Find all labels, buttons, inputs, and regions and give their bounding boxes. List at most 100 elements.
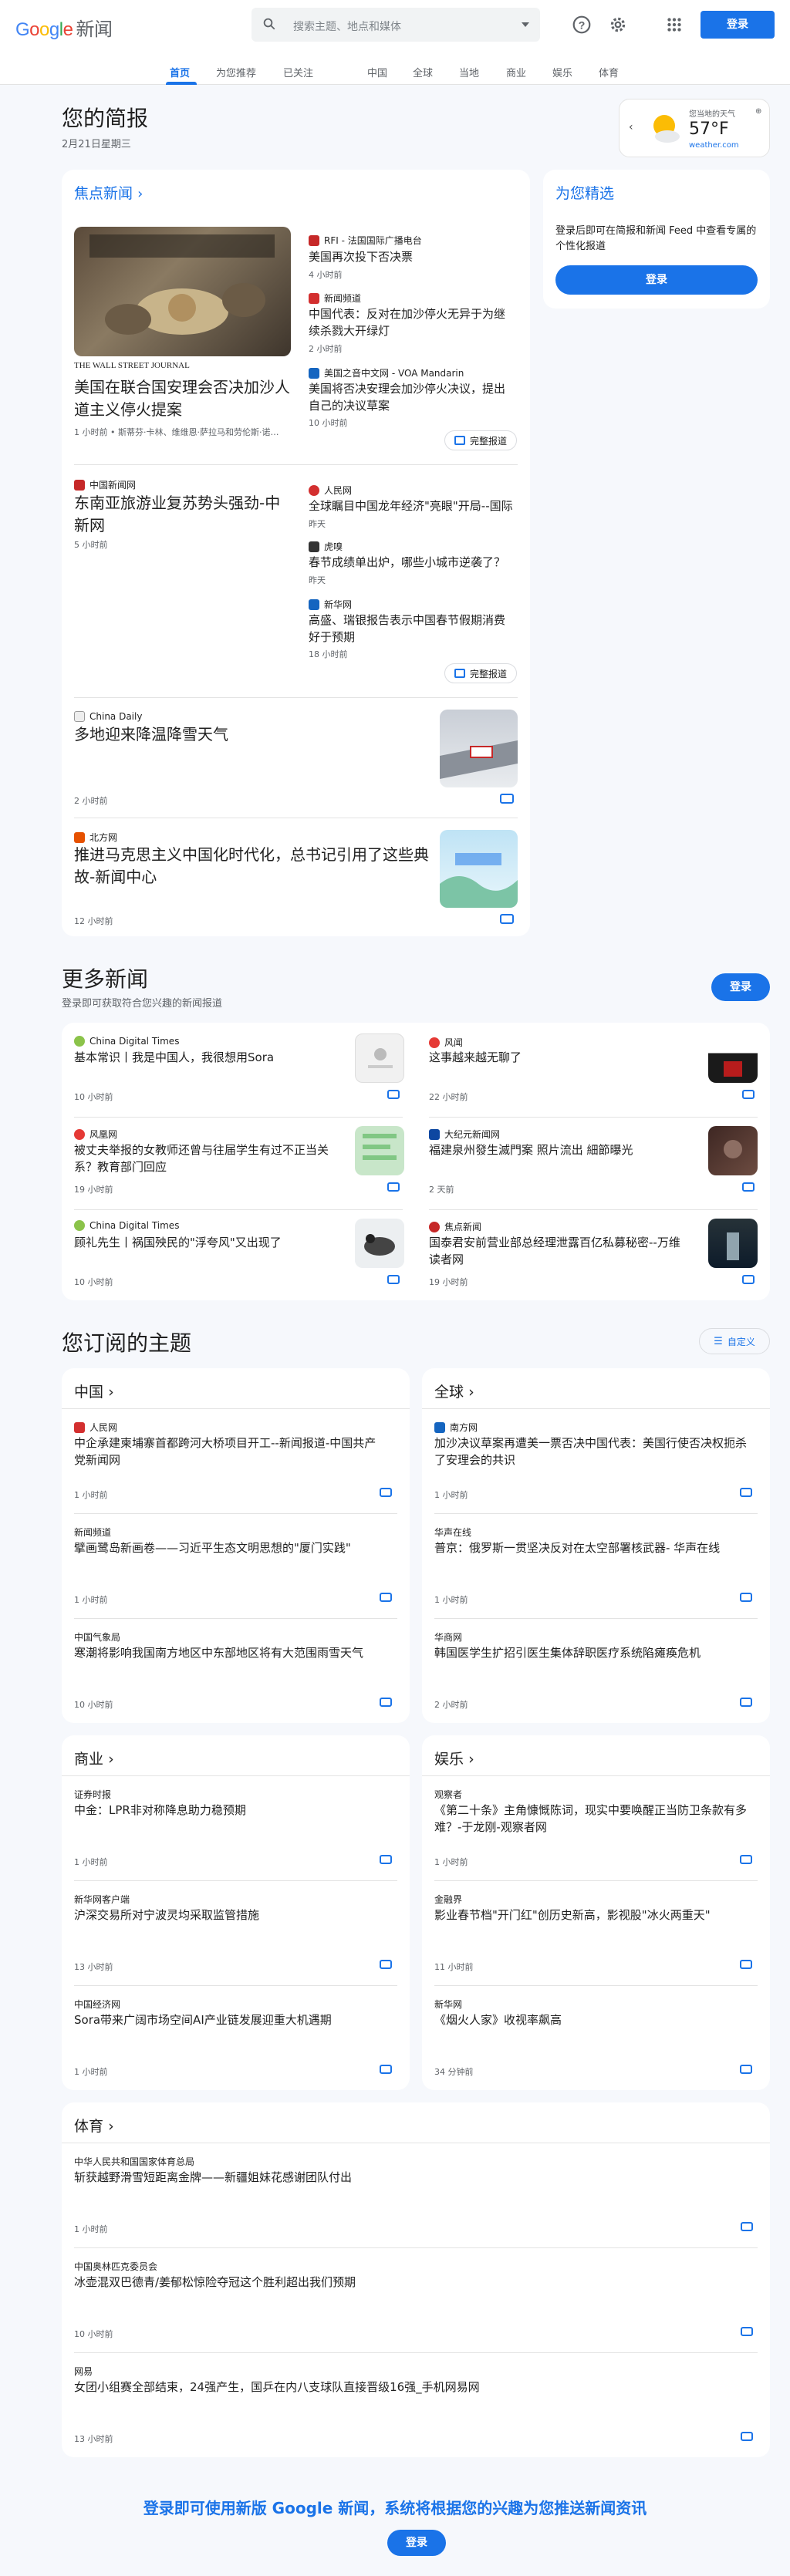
- full-coverage-icon[interactable]: [387, 1275, 400, 1284]
- picks-login-button[interactable]: 登录: [555, 265, 758, 295]
- full-coverage-icon[interactable]: [741, 2327, 753, 2336]
- full-coverage-icon[interactable]: [387, 1090, 400, 1099]
- customize-button[interactable]: ☰ 自定义: [699, 1328, 770, 1354]
- thumbnail[interactable]: [355, 1219, 404, 1268]
- side-headline[interactable]: 高盛、瑞银报告表示中国春节假期消费好于预期: [309, 612, 515, 646]
- thumbnail[interactable]: [355, 1033, 404, 1083]
- side-headline[interactable]: 美国将否决安理会加沙停火决议，提出自己的决议草案: [309, 380, 515, 414]
- fourth-headline[interactable]: 推进马克思主义中国化时代化，总书记引用了这些典故-新闻中心: [74, 844, 429, 888]
- chevron-left-icon[interactable]: ‹: [629, 121, 633, 133]
- main-headline[interactable]: 美国在联合国安理会否决加沙人道主义停火提案: [74, 376, 293, 421]
- thumbnail[interactable]: [708, 1126, 758, 1175]
- full-coverage-icon[interactable]: [742, 1090, 755, 1099]
- tab-world[interactable]: 全球: [413, 65, 433, 79]
- tab-local[interactable]: 当地: [459, 65, 479, 79]
- full-coverage-icon[interactable]: [742, 1182, 755, 1192]
- tab-for-you[interactable]: 为您推荐: [216, 65, 256, 79]
- tab-following[interactable]: 已关注: [283, 65, 313, 79]
- topic-headline[interactable]: 沪深交易所对宁波灵均采取监管措施: [74, 1907, 383, 1924]
- full-coverage-icon[interactable]: [380, 1593, 392, 1602]
- full-coverage-icon[interactable]: [740, 1488, 752, 1497]
- footer-login-button[interactable]: 登录: [387, 2530, 446, 2556]
- login-button[interactable]: 登录: [701, 11, 775, 39]
- topic-headline[interactable]: 中金：LPR非对称降息助力稳预期: [74, 1802, 383, 1819]
- more-headline[interactable]: 顾礼先生丨祸国殃民的"浮夸风"又出现了: [74, 1234, 336, 1251]
- tab-entertainment[interactable]: 娱乐: [552, 65, 572, 79]
- more-headline[interactable]: 这事越来越无聊了: [429, 1049, 691, 1066]
- topic-headline[interactable]: 普京：俄罗斯一贯坚决反对在太空部署核武器- 华声在线: [434, 1539, 751, 1556]
- search-icon: [263, 18, 275, 30]
- side-headline[interactable]: 春节成绩单出炉，哪些小城市逆袭了？: [309, 554, 515, 571]
- third-headline[interactable]: 多地迎来降温降雪天气: [74, 723, 414, 746]
- full-coverage-icon[interactable]: [380, 1488, 392, 1497]
- gear-icon[interactable]: [608, 15, 628, 35]
- google-news-logo[interactable]: Google 新闻: [15, 14, 113, 41]
- topic-headline[interactable]: 《第二十条》主角慷慨陈词，现实中要唤醒正当防卫条款有多难？-于龙刚-观察者网: [434, 1802, 751, 1836]
- second-headline[interactable]: 东南亚旅游业复苏势头强劲-中新网: [74, 492, 293, 537]
- more-headline[interactable]: 国泰君安前营业部总经理泄露百亿私募秘密--万维读者网: [429, 1234, 691, 1268]
- chevron-down-icon[interactable]: [522, 22, 529, 27]
- weather-source[interactable]: weather.com: [689, 141, 739, 150]
- full-coverage-icon[interactable]: [500, 914, 514, 924]
- tab-home[interactable]: 首页: [170, 65, 190, 79]
- market-photo[interactable]: [74, 227, 291, 356]
- topic-headline[interactable]: 寒潮将影响我国南方地区中东部地区将有大范围雨雪天气: [74, 1644, 383, 1661]
- tab-sports[interactable]: 体育: [599, 65, 619, 79]
- topic-title-sports[interactable]: 体育 ›: [74, 2115, 114, 2136]
- full-coverage-icon[interactable]: [740, 1960, 752, 1969]
- full-coverage-icon[interactable]: [740, 1593, 752, 1602]
- source-voa: 美国之音中文网 - VOA Mandarin: [309, 366, 464, 379]
- full-coverage-icon[interactable]: [740, 1698, 752, 1707]
- topic-title-china[interactable]: 中国 ›: [74, 1381, 114, 1401]
- more-headline[interactable]: 基本常识丨我是中国人，我很想用Sora: [74, 1049, 336, 1066]
- topic-headline[interactable]: 女团小组赛全部结束，24强产生，国乒在内八支球队直接晋级16强_手机网易网: [74, 2379, 738, 2396]
- search-box[interactable]: 搜索主题、地点和媒体: [252, 8, 540, 42]
- full-coverage-icon[interactable]: [500, 794, 514, 804]
- illustration-photo[interactable]: [440, 830, 518, 908]
- full-coverage-icon[interactable]: [740, 1855, 752, 1864]
- topic-title-world[interactable]: 全球 ›: [434, 1381, 474, 1401]
- full-coverage-icon[interactable]: [740, 2065, 752, 2074]
- more-headline[interactable]: 福建泉州發生滅門案 照片流出 細節曝光: [429, 1141, 691, 1158]
- more-headline[interactable]: 被丈夫举报的女教师还曾与往届学生有过不正当关系？教育部门回应: [74, 1141, 336, 1175]
- source-rfi: RFI - 法国国际广播电台: [309, 234, 422, 247]
- full-coverage-icon[interactable]: [741, 2432, 753, 2441]
- thumbnail[interactable]: [708, 1219, 758, 1268]
- thumbnail[interactable]: [708, 1033, 758, 1083]
- topic-title-business[interactable]: 商业 ›: [74, 1748, 114, 1768]
- expand-icon[interactable]: ⊕: [755, 107, 761, 116]
- full-coverage-icon[interactable]: [380, 1698, 392, 1707]
- topic-headline[interactable]: 擘画鹭岛新画卷——习近平生态文明思想的"厦门实践": [74, 1539, 352, 1556]
- full-coverage-icon[interactable]: [387, 1182, 400, 1192]
- side-headline[interactable]: 全球瞩目中国龙年经济"亮眼"开局--国际: [309, 497, 515, 514]
- topic-title-entertainment[interactable]: 娱乐 ›: [434, 1748, 474, 1768]
- thumbnail[interactable]: [355, 1126, 404, 1175]
- top-stories-title[interactable]: 焦点新闻 ›: [74, 182, 143, 203]
- weather-widget[interactable]: ‹ 您当地的天气 57°F weather.com ⊕: [619, 99, 770, 157]
- full-coverage-icon[interactable]: [380, 2065, 392, 2074]
- full-coverage-icon[interactable]: [742, 1275, 755, 1284]
- tab-business[interactable]: 商业: [506, 65, 526, 79]
- full-coverage-button[interactable]: 完整报道: [444, 663, 517, 683]
- topic-headline[interactable]: Sora带来广阔市场空间AI产业链发展迎重大机遇期: [74, 2011, 383, 2028]
- help-icon[interactable]: ?: [572, 15, 592, 35]
- more-news-login-button[interactable]: 登录: [711, 973, 770, 1001]
- topic-headline[interactable]: 斩获越野滑雪短距离金牌——新疆姐妹花感谢团队付出: [74, 2169, 738, 2186]
- divider: [422, 1408, 770, 1409]
- topic-headline[interactable]: 冰壶混双巴德青/姜郁松惊险夺冠这个胜利超出我们预期: [74, 2274, 738, 2291]
- apps-grid-icon[interactable]: [664, 15, 684, 35]
- full-coverage-button[interactable]: 完整报道: [444, 430, 517, 450]
- snow-train-photo[interactable]: [440, 710, 518, 787]
- topic-headline[interactable]: 影业春节档"开门红"创历史新高，影视股"冰火两重天": [434, 1907, 751, 1924]
- full-coverage-icon[interactable]: [380, 1855, 392, 1864]
- topic-headline[interactable]: 《烟火人家》收视率飙高: [434, 2011, 751, 2028]
- topic-headline[interactable]: 中企承建柬埔寨首都跨河大桥项目开工--新闻报道-中国共产党新闻网: [74, 1435, 383, 1468]
- side-headline[interactable]: 中国代表：反对在加沙停火无异于为继续杀戮大开绿灯: [309, 305, 515, 339]
- topic-headline[interactable]: 加沙决议草案再遭美一票否决中国代表：美国行使否决权扼杀了安理会的共识: [434, 1435, 751, 1468]
- side-headline[interactable]: 美国再次投下否决票: [309, 248, 515, 265]
- xinhua-logo-icon: [309, 598, 319, 610]
- tab-china[interactable]: 中国: [367, 65, 387, 79]
- full-coverage-icon[interactable]: [380, 1960, 392, 1969]
- topic-headline[interactable]: 韩国医学生扩招引医生集体辞职医疗系统陷瘫痪危机: [434, 1644, 751, 1661]
- full-coverage-icon[interactable]: [741, 2222, 753, 2231]
